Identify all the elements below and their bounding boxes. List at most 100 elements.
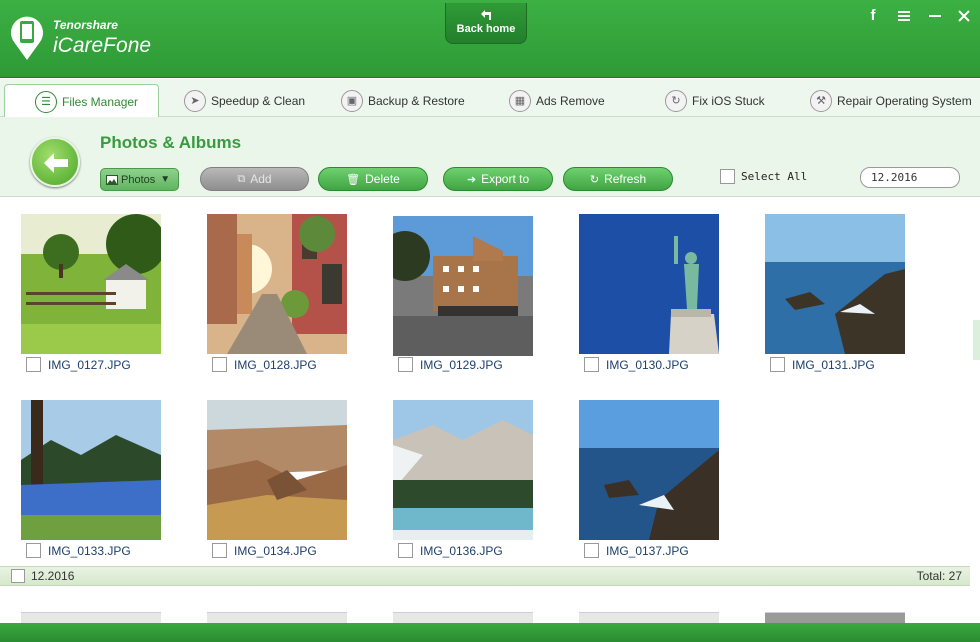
photo-caption: IMG_0136.JPG <box>398 543 503 558</box>
tab-ads-remove[interactable]: ▦ Ads Remove <box>509 84 605 117</box>
photo-caption: IMG_0134.JPG <box>212 543 317 558</box>
glacier-photo <box>393 400 533 540</box>
coast-photo <box>579 400 719 540</box>
photo-thumbnail-partial[interactable] <box>765 612 905 623</box>
photo-name: IMG_0129.JPG <box>420 357 503 372</box>
select-all[interactable]: Select All <box>720 169 807 184</box>
tab-label: Speedup & Clean <box>211 93 306 108</box>
close-icon[interactable] <box>953 6 975 26</box>
page-title: Photos & Albums <box>100 133 242 152</box>
category-dropdown[interactable]: Photos ▼ <box>100 168 179 191</box>
photo-checkbox[interactable] <box>26 357 41 372</box>
photo-thumbnail[interactable] <box>207 400 347 540</box>
photo-name: IMG_0134.JPG <box>234 543 317 558</box>
group-checkbox[interactable] <box>11 569 25 583</box>
photo-thumbnail[interactable] <box>21 214 161 354</box>
tab-label: Backup & Restore <box>368 93 465 108</box>
back-button[interactable] <box>30 137 80 187</box>
tab-label: Ads Remove <box>536 93 605 108</box>
chevron-down-icon: ▼ <box>160 174 171 185</box>
photo-caption: IMG_0127.JPG <box>26 357 131 372</box>
export-button[interactable]: ➜ Export to <box>443 167 553 191</box>
toolbar-header: Photos & Albums Photos ▼ ⧉ Add 🗑 Delete … <box>0 117 980 197</box>
brand-product: iCareFone <box>53 34 152 57</box>
photo-thumbnail[interactable] <box>579 400 719 540</box>
farm-photo <box>21 214 161 354</box>
add-label: Add <box>250 172 272 186</box>
photo-caption: IMG_0131.JPG <box>770 357 875 372</box>
photo-checkbox[interactable] <box>212 543 227 558</box>
scrollbar-thumb[interactable] <box>973 320 980 360</box>
feature-tabs: ☰ Files Manager ➤ Speedup & Clean ▣ Back… <box>0 79 980 118</box>
photo-thumbnail[interactable] <box>579 214 719 354</box>
tab-label: Repair Operating System <box>837 93 972 108</box>
export-label: Export to <box>481 172 530 186</box>
photo-name: IMG_0128.JPG <box>234 357 317 372</box>
photo-thumbnail[interactable] <box>393 400 533 540</box>
photo-checkbox[interactable] <box>398 357 413 372</box>
back-home-label: Back home <box>456 23 516 35</box>
refresh-label: Refresh <box>604 172 647 186</box>
group-date: 12.2016 <box>31 569 75 583</box>
select-all-label: Select All <box>741 170 808 183</box>
photo-name: IMG_0130.JPG <box>606 357 689 372</box>
photo-checkbox[interactable] <box>398 543 413 558</box>
photo-thumbnail-partial[interactable] <box>21 612 161 623</box>
photo-checkbox[interactable] <box>770 357 785 372</box>
photo-thumbnail-partial[interactable] <box>393 612 533 623</box>
add-button[interactable]: ⧉ Add <box>200 167 309 191</box>
tab-repair-os[interactable]: ⚒ Repair Operating System <box>810 84 972 117</box>
back-home-button[interactable]: Back home <box>445 3 527 44</box>
tab-speedup-clean[interactable]: ➤ Speedup & Clean <box>184 84 305 117</box>
photo-name: IMG_0133.JPG <box>48 543 131 558</box>
add-icon: ⧉ <box>237 172 246 185</box>
photo-checkbox[interactable] <box>26 543 41 558</box>
photo-caption: IMG_0130.JPG <box>584 357 689 372</box>
photo-checkbox[interactable] <box>584 357 599 372</box>
photo-thumbnail-partial[interactable] <box>207 612 347 623</box>
photo-checkbox[interactable] <box>212 357 227 372</box>
photo-caption: IMG_0137.JPG <box>584 543 689 558</box>
tab-fix-ios-stuck[interactable]: ↻ Fix iOS Stuck <box>665 84 765 117</box>
category-value: Photos <box>121 173 156 186</box>
left-arrow-icon <box>44 153 68 173</box>
trash-icon: ▦ <box>509 89 531 112</box>
photo-checkbox[interactable] <box>584 543 599 558</box>
refresh-button[interactable]: ↻ Refresh <box>563 167 673 191</box>
hotel-photo <box>393 216 533 356</box>
date-group-bar: 12.2016 Total: 27 <box>0 566 970 586</box>
photo-name: IMG_0131.JPG <box>792 357 875 372</box>
back-arrow-icon <box>481 10 491 20</box>
delete-button[interactable]: 🗑 Delete <box>318 167 428 191</box>
files-icon: ☰ <box>35 90 57 113</box>
rocket-icon: ➤ <box>184 89 206 112</box>
select-all-checkbox[interactable] <box>720 169 735 184</box>
photo-name: IMG_0136.JPG <box>420 543 503 558</box>
tab-label: Fix iOS Stuck <box>692 93 765 108</box>
minimize-icon[interactable] <box>924 6 946 26</box>
coast-photo <box>765 214 905 354</box>
photo-thumbnail[interactable] <box>21 400 161 540</box>
tab-backup-restore[interactable]: ▣ Backup & Restore <box>341 84 465 117</box>
photo-caption: IMG_0129.JPG <box>398 357 503 372</box>
refresh-icon: ↻ <box>589 173 600 186</box>
street-photo <box>207 214 347 354</box>
date-filter[interactable]: 12.2016 <box>860 167 960 188</box>
photo-thumbnail[interactable] <box>765 214 905 354</box>
photo-thumbnail[interactable] <box>207 214 347 354</box>
export-icon: ➜ <box>466 173 477 186</box>
facebook-icon[interactable]: f <box>862 6 884 26</box>
folder-icon: ▣ <box>341 89 363 112</box>
delete-label: Delete <box>365 172 400 186</box>
photo-name: IMG_0127.JPG <box>48 357 131 372</box>
statue-of-liberty-photo <box>579 214 719 354</box>
menu-icon[interactable] <box>893 6 915 26</box>
trash-icon: 🗑 <box>346 173 361 186</box>
title-bar: Tenorshare iCareFone Back home f <box>0 0 980 78</box>
wrench-icon: ⚒ <box>810 89 832 112</box>
group-total: Total: 27 <box>916 569 962 583</box>
photo-caption: IMG_0133.JPG <box>26 543 131 558</box>
tab-files-manager[interactable]: ☰ Files Manager <box>4 84 159 118</box>
photo-thumbnail-partial[interactable] <box>579 612 719 623</box>
photo-thumbnail[interactable] <box>393 216 533 356</box>
